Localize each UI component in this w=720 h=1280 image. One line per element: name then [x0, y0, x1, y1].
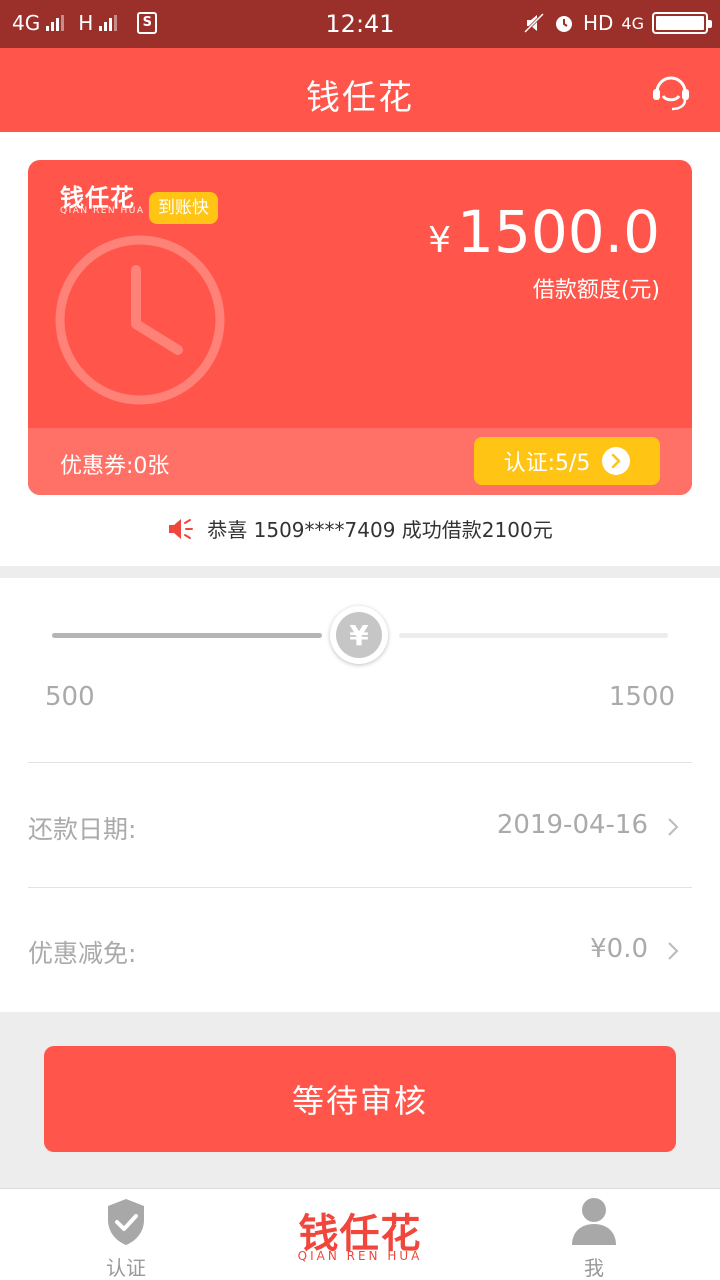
- repayment-date-row[interactable]: 还款日期: 2019-04-16: [28, 768, 692, 888]
- credit-amount-label: 借款额度(元): [532, 278, 660, 303]
- nav-brand-subtitle: QIAN REN HUA: [297, 1249, 423, 1263]
- repayment-date-label: 还款日期:: [28, 815, 137, 844]
- shield-check-icon: [108, 1199, 144, 1245]
- page-title: 钱任花: [306, 78, 414, 118]
- nav-me-label: 我: [584, 1256, 604, 1280]
- nav-auth-label: 认证: [106, 1256, 146, 1280]
- yen-icon: ¥: [336, 612, 382, 658]
- discount-row[interactable]: 优惠减免: ¥0.0: [28, 892, 692, 1012]
- loan-card: 钱任花 QIAN REN HUA 到账快 ¥1500.0 借款额度(元) 优惠券…: [28, 160, 692, 495]
- bottom-nav: 认证 钱任花 QIAN REN HUA 我: [0, 1188, 720, 1280]
- hd-label: HD: [582, 11, 614, 35]
- discount-value: ¥0.0: [590, 934, 648, 964]
- loan-form: ¥ 500 1500 还款日期: 2019-04-16 优惠减免: ¥0.0: [0, 578, 720, 1012]
- divider: [28, 762, 692, 763]
- fast-badge: 到账快: [149, 192, 218, 224]
- card-logo-subtitle: QIAN REN HUA: [60, 206, 145, 216]
- nav-item-me[interactable]: 我: [544, 1189, 644, 1280]
- repayment-date-value: 2019-04-16: [496, 810, 648, 840]
- user-icon: [572, 1198, 616, 1245]
- mute-icon: [523, 12, 545, 34]
- divider: [28, 887, 692, 888]
- speaker-icon: [169, 518, 194, 539]
- status-bar: 4G H S 12:41 HD 4G: [0, 0, 720, 48]
- coupon-count[interactable]: 优惠券:0张: [60, 448, 169, 480]
- slider-track-filled[interactable]: [52, 633, 322, 638]
- customer-service-icon[interactable]: [648, 68, 694, 114]
- chevron-right-icon: [668, 818, 679, 836]
- await-review-button[interactable]: 等待审核: [44, 1046, 676, 1152]
- slider-track-empty[interactable]: [399, 633, 668, 638]
- card-footer: 优惠券:0张 认证:5/5: [28, 428, 692, 495]
- verify-label: 认证:5/5: [503, 451, 591, 476]
- network-type-label-3: 4G: [621, 13, 644, 33]
- top-section: 钱任花 QIAN REN HUA 到账快 ¥1500.0 借款额度(元) 优惠券…: [0, 132, 720, 566]
- credit-amount-value: 1500.0: [457, 198, 660, 266]
- slider-min-label: 500: [45, 682, 95, 712]
- nav-item-home[interactable]: 钱任花 QIAN REN HUA: [280, 1189, 440, 1280]
- battery-icon: [652, 12, 712, 34]
- alarm-icon: [555, 16, 572, 32]
- amount-slider-thumb[interactable]: ¥: [330, 606, 388, 664]
- notice-text: 恭喜 1509****7409 成功借款2100元: [207, 518, 553, 542]
- app-header: 钱任花: [0, 48, 720, 132]
- discount-label: 优惠减免:: [28, 939, 137, 968]
- nav-item-auth[interactable]: 认证: [76, 1189, 176, 1280]
- chevron-right-icon: [602, 447, 631, 475]
- verify-button[interactable]: 认证:5/5: [474, 437, 660, 485]
- chevron-right-icon: [668, 942, 679, 960]
- status-right: HD 4G: [523, 11, 712, 35]
- currency-symbol: ¥: [428, 220, 452, 261]
- credit-amount: ¥1500.0: [428, 198, 660, 266]
- clock-icon: [55, 235, 225, 405]
- slider-max-label: 1500: [608, 682, 675, 712]
- loan-notice: 恭喜 1509****7409 成功借款2100元: [0, 514, 720, 543]
